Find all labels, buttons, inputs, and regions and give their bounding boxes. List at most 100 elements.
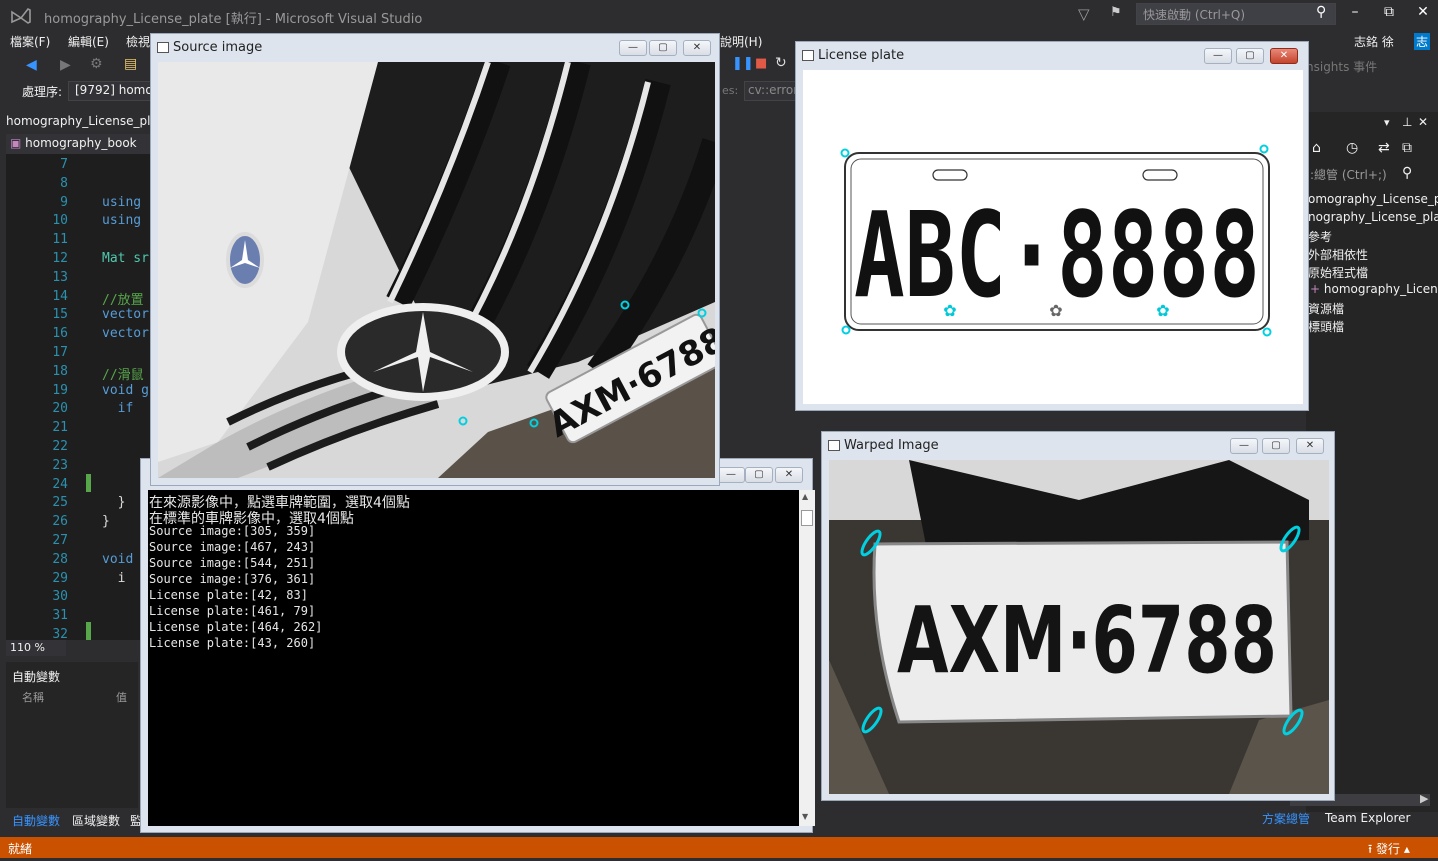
- maximize-button[interactable]: ▢: [649, 40, 677, 56]
- menu-help[interactable]: 說明(H): [720, 33, 762, 50]
- cpp-file-item[interactable]: + homography_Licen: [1310, 282, 1438, 296]
- line-number: 23: [52, 457, 68, 473]
- line-number: 22: [52, 439, 68, 454]
- solution-search-input[interactable]: :總管 (Ctrl+;): [1306, 164, 1432, 184]
- maximize-button[interactable]: ▢: [745, 467, 773, 483]
- source-image-window[interactable]: Source image — ▢ ✕ AXM·6788: [150, 33, 720, 486]
- resource-files-item[interactable]: 資源檔: [1308, 300, 1344, 317]
- console-window[interactable]: — ▢ ✕ 在來源影像中，點選車牌範圍，選取4個點 在標準的車牌影像中，選取4個點…: [140, 458, 815, 833]
- status-text: 就緒: [8, 842, 33, 856]
- code-line: vector: [102, 326, 149, 342]
- filter-icon[interactable]: ▽: [1078, 5, 1094, 23]
- source-files-item[interactable]: 原始程式檔: [1308, 264, 1368, 281]
- sync-icon[interactable]: ⇄: [1378, 140, 1390, 156]
- quick-launch-input[interactable]: 快速啟動 (Ctrl+Q): [1136, 3, 1336, 25]
- header-files-item[interactable]: 標頭檔: [1308, 318, 1344, 335]
- project-item[interactable]: nography_License_pla: [1308, 210, 1438, 224]
- close-button[interactable]: ✕: [775, 467, 803, 483]
- menu-edit[interactable]: 編輯(E): [68, 33, 109, 50]
- warped-image-window[interactable]: Warped Image — ▢ ✕ AXM·6788: [821, 431, 1335, 801]
- close-button[interactable]: ✕: [683, 40, 711, 56]
- process-label: 處理序:: [22, 85, 63, 99]
- scroll-thumb[interactable]: [801, 510, 813, 526]
- pause-icon[interactable]: ❚❚: [732, 56, 754, 71]
- close-button[interactable]: ✕: [1296, 438, 1324, 454]
- document-tab[interactable]: homography_License_pla: [6, 114, 152, 132]
- line-number: 18: [52, 363, 68, 379]
- history-icon[interactable]: ◷: [1346, 140, 1358, 156]
- line-number: 21: [52, 420, 68, 436]
- user-avatar[interactable]: 志: [1414, 33, 1431, 50]
- code-line: }: [102, 514, 110, 530]
- source-image[interactable]: AXM·6788: [158, 62, 715, 478]
- process-combo[interactable]: [9792] homo: [68, 81, 152, 101]
- search-icon[interactable]: ⚲: [1316, 4, 1326, 20]
- search-icon[interactable]: ⚲: [1402, 165, 1412, 181]
- close-button[interactable]: ✕: [1408, 4, 1438, 24]
- template-plate-graphic: ABC·8888 ✿ ✿ ✿: [840, 144, 1272, 337]
- restore-button[interactable]: ⧉: [1374, 4, 1404, 24]
- menu-file[interactable]: 檔案(F): [10, 33, 50, 50]
- scroll-down-icon[interactable]: ▼: [802, 812, 808, 821]
- window-icon: [802, 50, 814, 61]
- maximize-button[interactable]: ▢: [1236, 48, 1264, 64]
- warped-image[interactable]: AXM·6788: [829, 460, 1329, 794]
- autos-value-header[interactable]: 值: [116, 689, 127, 705]
- restart-icon[interactable]: ↻: [775, 55, 787, 71]
- folder-icon[interactable]: ▤: [124, 56, 137, 72]
- insights-events[interactable]: nsights 事件: [1306, 58, 1377, 75]
- line-number: 15: [52, 307, 68, 323]
- minimize-button[interactable]: —: [717, 467, 745, 483]
- console-line: Source image:[544, 251]: [149, 556, 316, 570]
- autos-name-header[interactable]: 名稱: [22, 689, 44, 705]
- line-number: 25: [52, 495, 68, 511]
- console-line: License plate:[464, 262]: [149, 620, 323, 634]
- project-icon: ▣: [10, 136, 26, 150]
- back-icon[interactable]: ◀: [26, 57, 37, 73]
- dropdown-icon[interactable]: ▾: [1384, 116, 1390, 129]
- tab-autos[interactable]: 自動變數: [12, 812, 60, 829]
- line-number: 8: [60, 175, 68, 191]
- tab-team-explorer[interactable]: Team Explorer: [1325, 811, 1411, 825]
- settings-icon[interactable]: ⚙: [90, 56, 103, 72]
- menu-view[interactable]: 檢視: [126, 33, 150, 50]
- zoom-combo[interactable]: 110 %: [6, 640, 66, 656]
- code-line: using r: [102, 213, 152, 229]
- exception-combo[interactable]: cv::error: [744, 81, 796, 101]
- feedback-icon[interactable]: ⚑: [1110, 5, 1128, 23]
- home-icon[interactable]: ⌂: [1312, 140, 1321, 156]
- console-scrollbar[interactable]: ▲ ▼: [799, 490, 815, 826]
- line-number: 29: [52, 570, 68, 586]
- stop-icon[interactable]: ■: [755, 56, 767, 71]
- solution-item[interactable]: omography_License_p: [1308, 192, 1438, 206]
- user-name[interactable]: 志銘 徐: [1354, 33, 1394, 50]
- tab-locals[interactable]: 區域變數: [72, 812, 120, 829]
- external-deps-item[interactable]: 外部相依性: [1308, 246, 1368, 263]
- collapse-icon[interactable]: ⧉: [1402, 140, 1412, 156]
- pin-icon[interactable]: ⊥: [1402, 115, 1412, 129]
- forward-icon[interactable]: ▶: [60, 57, 71, 73]
- line-number: 31: [52, 608, 68, 624]
- scroll-right-icon[interactable]: ▶: [1420, 792, 1428, 805]
- minimize-button[interactable]: —: [619, 40, 647, 56]
- code-line: Mat sr: [102, 251, 149, 266]
- chevron-up-icon: ▴: [1400, 842, 1410, 856]
- close-button[interactable]: ✕: [1270, 48, 1298, 64]
- maximize-button[interactable]: ▢: [1262, 438, 1290, 454]
- minimize-button[interactable]: –: [1340, 4, 1370, 24]
- console-line: Source image:[305, 359]: [149, 524, 316, 538]
- change-marker: [86, 474, 91, 492]
- code-editor[interactable]: 7 8 9 using r 10 using r 11 12 Mat sr 13 14 //放置 15 v…: [6, 154, 152, 640]
- references-item[interactable]: 參考: [1308, 228, 1332, 245]
- close-icon[interactable]: ✕: [1418, 115, 1428, 129]
- license-plate-image[interactable]: ABC·8888 ✿ ✿ ✿: [803, 70, 1303, 404]
- minimize-button[interactable]: —: [1230, 438, 1258, 454]
- minimize-button[interactable]: —: [1204, 48, 1232, 64]
- autos-title: 自動變數: [12, 670, 61, 684]
- license-plate-window[interactable]: License plate — ▢ ✕ ABC·8888 ✿ ✿ ✿: [795, 41, 1309, 411]
- scroll-up-icon[interactable]: ▲: [802, 492, 808, 501]
- tab-solution-explorer[interactable]: 方案總管: [1262, 810, 1310, 827]
- navigation-combo[interactable]: ▣ homography_book: [6, 134, 152, 154]
- code-line: void g: [102, 382, 149, 398]
- console-output: 在來源影像中，點選車牌範圍，選取4個點 在標準的車牌影像中，選取4個點 Source…: [148, 490, 799, 826]
